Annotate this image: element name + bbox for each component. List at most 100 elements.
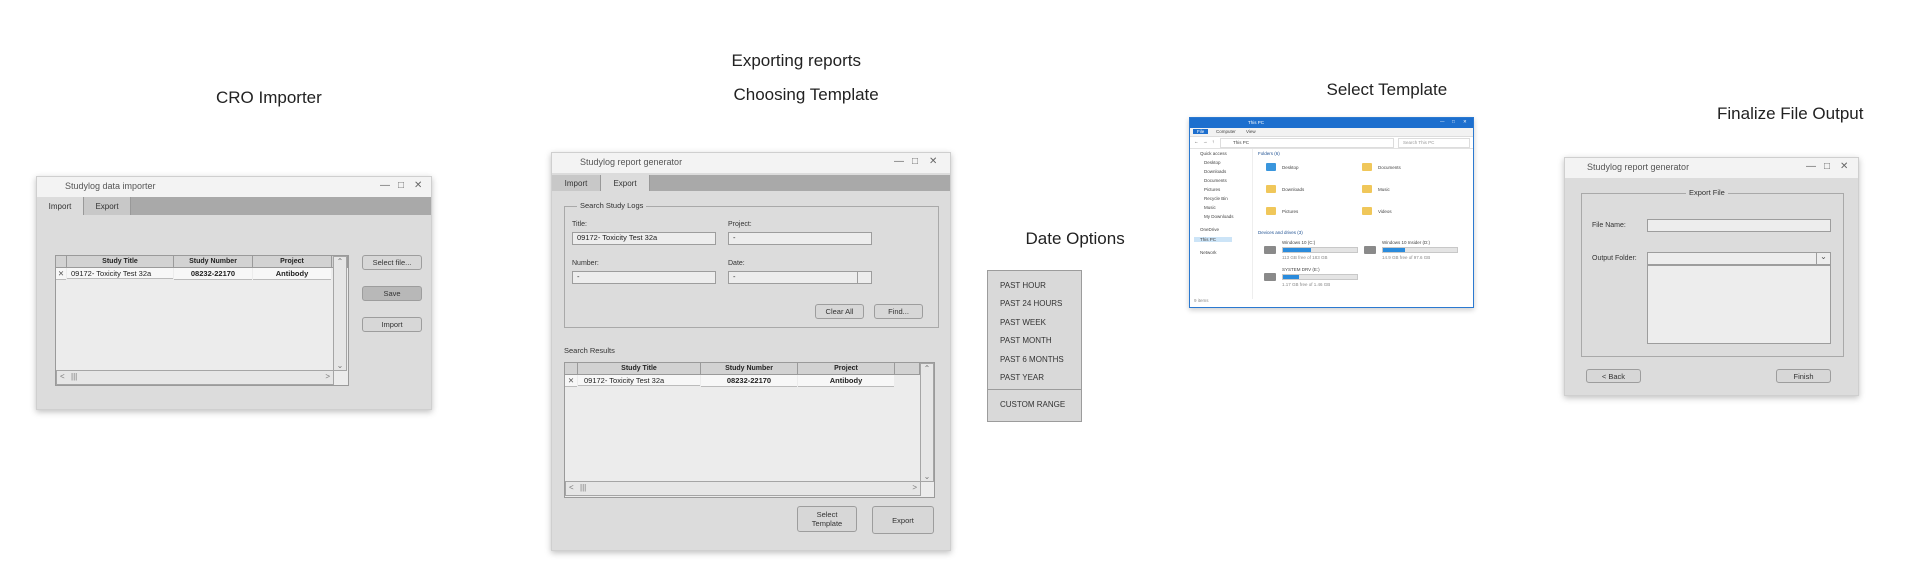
folder-label: Pictures xyxy=(1282,209,1299,214)
explorer-titlebar: This PC — □ ✕ xyxy=(1190,118,1473,128)
drive-free: 1.17 GB free of 1.46 GB xyxy=(1282,282,1331,287)
explorer-address-row: ← → ↑ This PC Search This PC xyxy=(1190,137,1473,149)
finish-button[interactable]: Finish xyxy=(1776,369,1831,383)
close-icon[interactable]: ✕ xyxy=(1463,119,1467,125)
maximize-icon[interactable]: □ xyxy=(912,156,918,168)
number-field[interactable]: - xyxy=(572,271,716,284)
minimize-icon[interactable]: — xyxy=(1440,119,1445,124)
file-name-field[interactable] xyxy=(1647,219,1831,232)
clear-all-button[interactable]: Clear All xyxy=(815,304,864,319)
scroll-thumb[interactable]: ||| xyxy=(71,372,77,381)
scroll-left-icon[interactable]: < xyxy=(569,483,574,492)
folder-icon xyxy=(1266,207,1276,215)
folder-icon xyxy=(1266,163,1276,171)
output-folder-list[interactable] xyxy=(1647,265,1831,344)
minimize-icon[interactable]: — xyxy=(894,156,904,168)
row-close-icon[interactable]: ✕ xyxy=(56,268,66,280)
devices-header: Devices and drives (3) xyxy=(1258,230,1303,235)
scroll-thumb[interactable]: ||| xyxy=(580,483,586,492)
folder-label: Videos xyxy=(1378,209,1392,214)
vertical-scrollbar[interactable]: ⌃ ⌄ xyxy=(333,256,347,371)
date-field[interactable]: - xyxy=(728,271,858,284)
column-header-study-title[interactable]: Study Title xyxy=(67,256,174,268)
nav-item-music[interactable]: Music xyxy=(1204,205,1216,210)
finalize-titlebar: Studylog report generator — □ ✕ xyxy=(1565,158,1858,178)
back-button[interactable]: < Back xyxy=(1586,369,1641,383)
nav-item-quick-access[interactable]: Quick access xyxy=(1200,151,1227,156)
tab-import[interactable]: Import xyxy=(37,197,84,215)
column-header-project[interactable]: Project xyxy=(798,363,895,375)
maximize-icon[interactable]: □ xyxy=(398,180,404,192)
menu-item-past-24-hours[interactable]: PAST 24 HOURS xyxy=(1000,299,1062,308)
nav-item-my-downloads[interactable]: My Downloads xyxy=(1204,214,1234,219)
nav-item-pictures[interactable]: Pictures xyxy=(1204,187,1220,192)
ribbon-tab-file[interactable]: File xyxy=(1193,129,1209,134)
forward-arrow-icon[interactable]: → xyxy=(1203,139,1208,144)
up-arrow-icon[interactable]: ↑ xyxy=(1212,139,1214,144)
project-field[interactable]: - xyxy=(728,232,872,245)
scroll-up-icon[interactable]: ⌃ xyxy=(921,364,933,373)
export-button[interactable]: Export xyxy=(872,506,934,534)
output-folder-field[interactable]: ⌄ xyxy=(1647,252,1831,265)
menu-item-past-hour[interactable]: PAST HOUR xyxy=(1000,281,1046,290)
column-header-project[interactable]: Project xyxy=(253,256,332,268)
maximize-icon[interactable]: □ xyxy=(1824,161,1830,173)
horizontal-scrollbar[interactable]: < ||| > xyxy=(565,481,921,496)
cell-study-number: 08232-22170 xyxy=(701,375,797,387)
drive-usage-fill xyxy=(1383,248,1406,252)
close-icon[interactable]: ✕ xyxy=(1840,161,1848,173)
save-button[interactable]: Save xyxy=(362,286,422,301)
minimize-icon[interactable]: — xyxy=(380,180,390,192)
vertical-scrollbar[interactable]: ⌃ ⌄ xyxy=(920,363,934,482)
folder-icon xyxy=(1266,185,1276,193)
ribbon-tab-computer[interactable]: Computer xyxy=(1216,129,1236,134)
column-header-study-title[interactable]: Study Title xyxy=(578,363,701,375)
select-template-button[interactable]: Select Template xyxy=(797,506,857,532)
scroll-up-icon[interactable]: ⌃ xyxy=(334,257,346,266)
tab-import[interactable]: Import xyxy=(552,175,601,191)
chevron-down-icon[interactable]: ⌄ xyxy=(1816,252,1830,265)
close-icon[interactable]: ✕ xyxy=(929,156,937,168)
nav-item-documents[interactable]: Documents xyxy=(1204,178,1227,183)
menu-item-custom-range[interactable]: CUSTOM RANGE xyxy=(1000,400,1065,409)
menu-item-past-month[interactable]: PAST MONTH xyxy=(1000,336,1052,345)
select-file-button[interactable]: Select file... xyxy=(362,255,422,270)
nav-item-this-pc[interactable]: This PC xyxy=(1194,237,1233,242)
scroll-down-icon[interactable]: ⌄ xyxy=(921,472,933,481)
scroll-left-icon[interactable]: < xyxy=(60,372,65,381)
close-icon[interactable]: ✕ xyxy=(414,180,422,192)
generator-window: Studylog report generator — □ ✕ Import E… xyxy=(551,152,951,551)
search-box[interactable]: Search This PC xyxy=(1398,138,1470,148)
menu-item-past-year[interactable]: PAST YEAR xyxy=(1000,373,1044,382)
address-text: This PC xyxy=(1233,140,1250,145)
nav-item-network[interactable]: Network xyxy=(1200,250,1217,255)
find-button[interactable]: Find... xyxy=(874,304,923,319)
maximize-icon[interactable]: □ xyxy=(1452,119,1455,124)
scroll-right-icon[interactable]: > xyxy=(912,483,917,492)
nav-item-recycle-bin[interactable]: Recycle Bin xyxy=(1204,196,1228,201)
back-arrow-icon[interactable]: ← xyxy=(1194,139,1199,144)
cell-study-title: 09172- Toxicity Test 32a xyxy=(578,375,700,386)
horizontal-scrollbar[interactable]: < ||| > xyxy=(56,370,334,385)
drive-icon xyxy=(1364,246,1376,254)
tab-export[interactable]: Export xyxy=(601,175,650,191)
column-header-study-number[interactable]: Study Number xyxy=(701,363,798,375)
column-header-study-number[interactable]: Study Number xyxy=(174,256,253,268)
nav-item-onedrive[interactable]: OneDrive xyxy=(1200,227,1219,232)
scroll-down-icon[interactable]: ⌄ xyxy=(334,361,346,370)
menu-item-past-6-months[interactable]: PAST 6 MONTHS xyxy=(1000,355,1064,364)
menu-item-past-week[interactable]: PAST WEEK xyxy=(1000,318,1046,327)
ribbon-tab-view[interactable]: View xyxy=(1246,129,1256,134)
nav-item-downloads[interactable]: Downloads xyxy=(1204,169,1226,174)
tab-export[interactable]: Export xyxy=(84,197,131,215)
nav-item-desktop[interactable]: Desktop xyxy=(1204,160,1221,165)
drive-icon xyxy=(1264,273,1276,281)
search-group-title: Search Study Logs xyxy=(577,201,647,210)
address-bar[interactable]: This PC xyxy=(1220,138,1394,148)
minimize-icon[interactable]: — xyxy=(1806,161,1816,173)
title-field[interactable]: 09172- Toxicity Test 32a xyxy=(572,232,716,245)
scroll-right-icon[interactable]: > xyxy=(325,372,330,381)
import-button[interactable]: Import xyxy=(362,317,422,332)
row-close-icon[interactable]: ✕ xyxy=(565,375,577,387)
date-dropdown-button[interactable] xyxy=(857,271,872,284)
